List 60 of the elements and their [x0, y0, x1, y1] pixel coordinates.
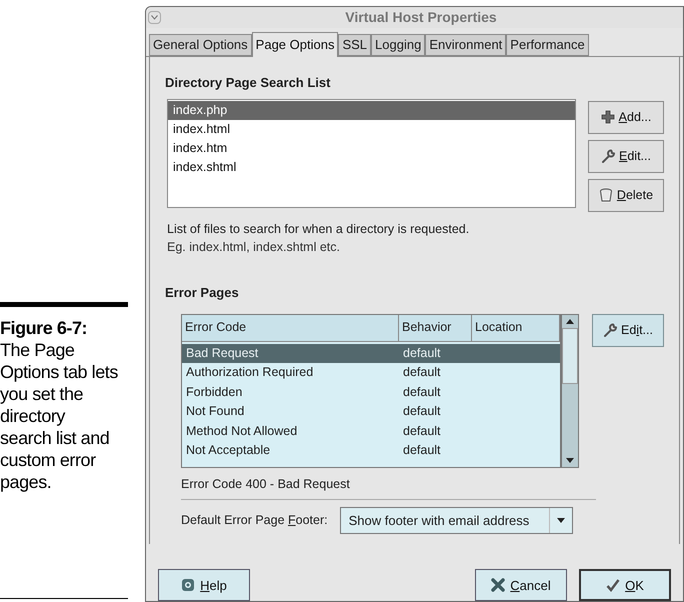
table-row[interactable]: Not Found default	[182, 402, 560, 422]
cross-icon	[491, 578, 506, 592]
list-item[interactable]: index.htm	[168, 138, 575, 158]
column-header[interactable]: Behavior	[399, 314, 472, 340]
section-heading: Error Pages	[165, 284, 240, 302]
plus-icon	[600, 110, 615, 124]
table-cell-text: default	[402, 422, 441, 440]
tab[interactable]: Logging	[371, 34, 426, 56]
ok-button[interactable]: OK	[579, 569, 671, 601]
table-cell-text: default	[402, 344, 441, 362]
help-button[interactable]: Help	[158, 569, 250, 601]
scrollbar[interactable]	[561, 314, 579, 468]
field-label: Default Error Page Footer:	[181, 512, 328, 530]
arrow-down-icon	[566, 458, 574, 462]
tab[interactable]: Performance	[506, 34, 589, 56]
add-button[interactable]: Add...	[588, 100, 664, 134]
tab[interactable]: General Options	[149, 34, 252, 56]
table-cell-text: Method Not Allowed	[185, 422, 298, 440]
list-item[interactable]: index.php	[168, 100, 575, 120]
table-cell-text: Authorization Required	[185, 364, 314, 382]
table-row[interactable]: Bad Request default	[182, 344, 560, 363]
figure-caption: Figure 6-7: The Page Options tab lets you set the directory search list and custom error pages.	[0, 317, 118, 493]
section-heading: Directory Page Search List	[165, 74, 332, 92]
wrench-icon	[601, 149, 616, 163]
tab[interactable]: SSL	[338, 34, 372, 56]
table-cell-text: Not Acceptable	[185, 442, 272, 460]
window-title: Virtual Host Properties	[344, 8, 498, 27]
table-cell-text: Forbidden	[185, 384, 244, 401]
tab[interactable]: Environment	[425, 34, 506, 56]
list-item[interactable]: index.shtml	[168, 158, 575, 176]
edit-button[interactable]: Edit...	[588, 140, 664, 172]
hint-text: Eg. index.html, index.shtml etc.	[167, 239, 341, 256]
table-cell-text: default	[402, 442, 441, 460]
lifebuoy-icon	[181, 578, 196, 592]
caret-icon	[556, 518, 565, 524]
column-header[interactable]: Location	[472, 314, 560, 340]
tab[interactable]: Page Options	[252, 32, 338, 57]
table-cell-text: Bad Request	[185, 344, 260, 362]
table-cell-text: Not Found	[185, 403, 246, 420]
status-text: Error Code 400 - Bad Request	[181, 476, 351, 493]
table-row[interactable]: Method Not Allowed default	[182, 422, 560, 441]
column-header[interactable]: Error Code	[182, 314, 399, 340]
table-cell-text: default	[402, 403, 441, 420]
footer-dropdown[interactable]: Show footer with email address	[340, 507, 573, 534]
list-item[interactable]: index.html	[168, 120, 575, 138]
hint-text: List of files to search for when a directory is requested.	[167, 220, 470, 238]
edit-button[interactable]: Edit...	[592, 314, 664, 346]
trash-icon	[598, 188, 613, 202]
chevron-down-icon	[151, 15, 158, 20]
table-cell-text: default	[402, 384, 441, 401]
wrench-icon	[603, 323, 617, 337]
delete-button[interactable]: Delete	[588, 178, 664, 212]
arrow-up-icon	[566, 318, 574, 324]
table-cell-text: default	[402, 364, 441, 382]
cancel-button[interactable]: Cancel	[475, 569, 567, 601]
table-row[interactable]: Forbidden default	[182, 382, 560, 402]
checkmark-icon	[606, 578, 620, 592]
window-menu-button[interactable]	[148, 11, 161, 24]
table-row[interactable]: Authorization Required default	[182, 363, 560, 382]
table-row[interactable]: Not Acceptable default	[182, 441, 560, 460]
